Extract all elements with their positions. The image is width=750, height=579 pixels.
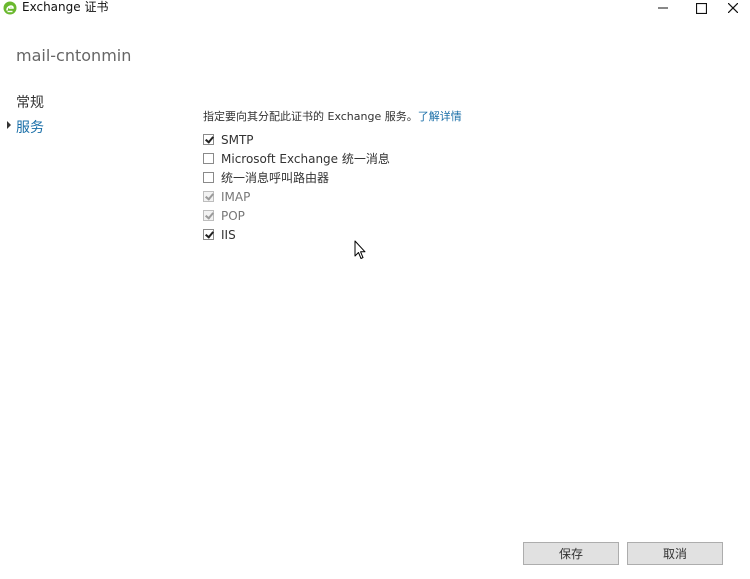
iis-label: IIS	[221, 227, 236, 242]
service-row-um-call-router[interactable]: 统一消息呼叫路由器	[203, 168, 390, 187]
service-row-smtp[interactable]: SMTP	[203, 130, 390, 149]
iis-checkbox[interactable]	[203, 229, 214, 240]
service-row-unified-messaging[interactable]: Microsoft Exchange 统一消息	[203, 149, 390, 168]
learn-more-link[interactable]: 了解详情	[418, 110, 462, 123]
server-name-heading: mail-cntonmin	[16, 46, 132, 65]
smtp-label: SMTP	[221, 132, 254, 147]
mouse-cursor-icon	[354, 240, 366, 259]
minimize-icon	[658, 7, 668, 9]
service-row-pop: POP	[203, 206, 390, 225]
imap-label: IMAP	[221, 189, 251, 204]
service-checkbox-list: SMTP Microsoft Exchange 统一消息 统一消息呼叫路由器 I…	[203, 130, 390, 244]
exchange-app-icon	[3, 1, 17, 15]
nav-item-general[interactable]: 常规	[16, 92, 44, 112]
um-call-router-checkbox[interactable]	[203, 172, 214, 183]
pop-checkbox	[203, 210, 214, 221]
maximize-icon	[695, 2, 707, 14]
unified-messaging-label: Microsoft Exchange 统一消息	[221, 152, 390, 166]
um-call-router-label: 统一消息呼叫路由器	[221, 171, 330, 185]
maximize-button[interactable]	[684, 0, 718, 16]
unified-messaging-checkbox[interactable]	[203, 153, 214, 164]
window-title: Exchange 证书	[22, 0, 109, 14]
imap-checkbox	[203, 191, 214, 202]
close-icon	[728, 3, 738, 13]
title-bar: Exchange 证书	[0, 0, 750, 17]
selected-arrow-icon	[7, 121, 11, 129]
save-button[interactable]: 保存	[523, 542, 619, 565]
instruction-label: 指定要向其分配此证书的 Exchange 服务。	[203, 110, 418, 123]
smtp-checkbox[interactable]	[203, 134, 214, 145]
nav-item-services[interactable]: 服务	[16, 117, 44, 137]
instruction-text: 指定要向其分配此证书的 Exchange 服务。了解详情	[203, 108, 462, 124]
close-button[interactable]	[716, 0, 750, 16]
cancel-button[interactable]: 取消	[627, 542, 723, 565]
pop-label: POP	[221, 208, 245, 223]
service-row-imap: IMAP	[203, 187, 390, 206]
minimize-button[interactable]	[646, 0, 680, 16]
